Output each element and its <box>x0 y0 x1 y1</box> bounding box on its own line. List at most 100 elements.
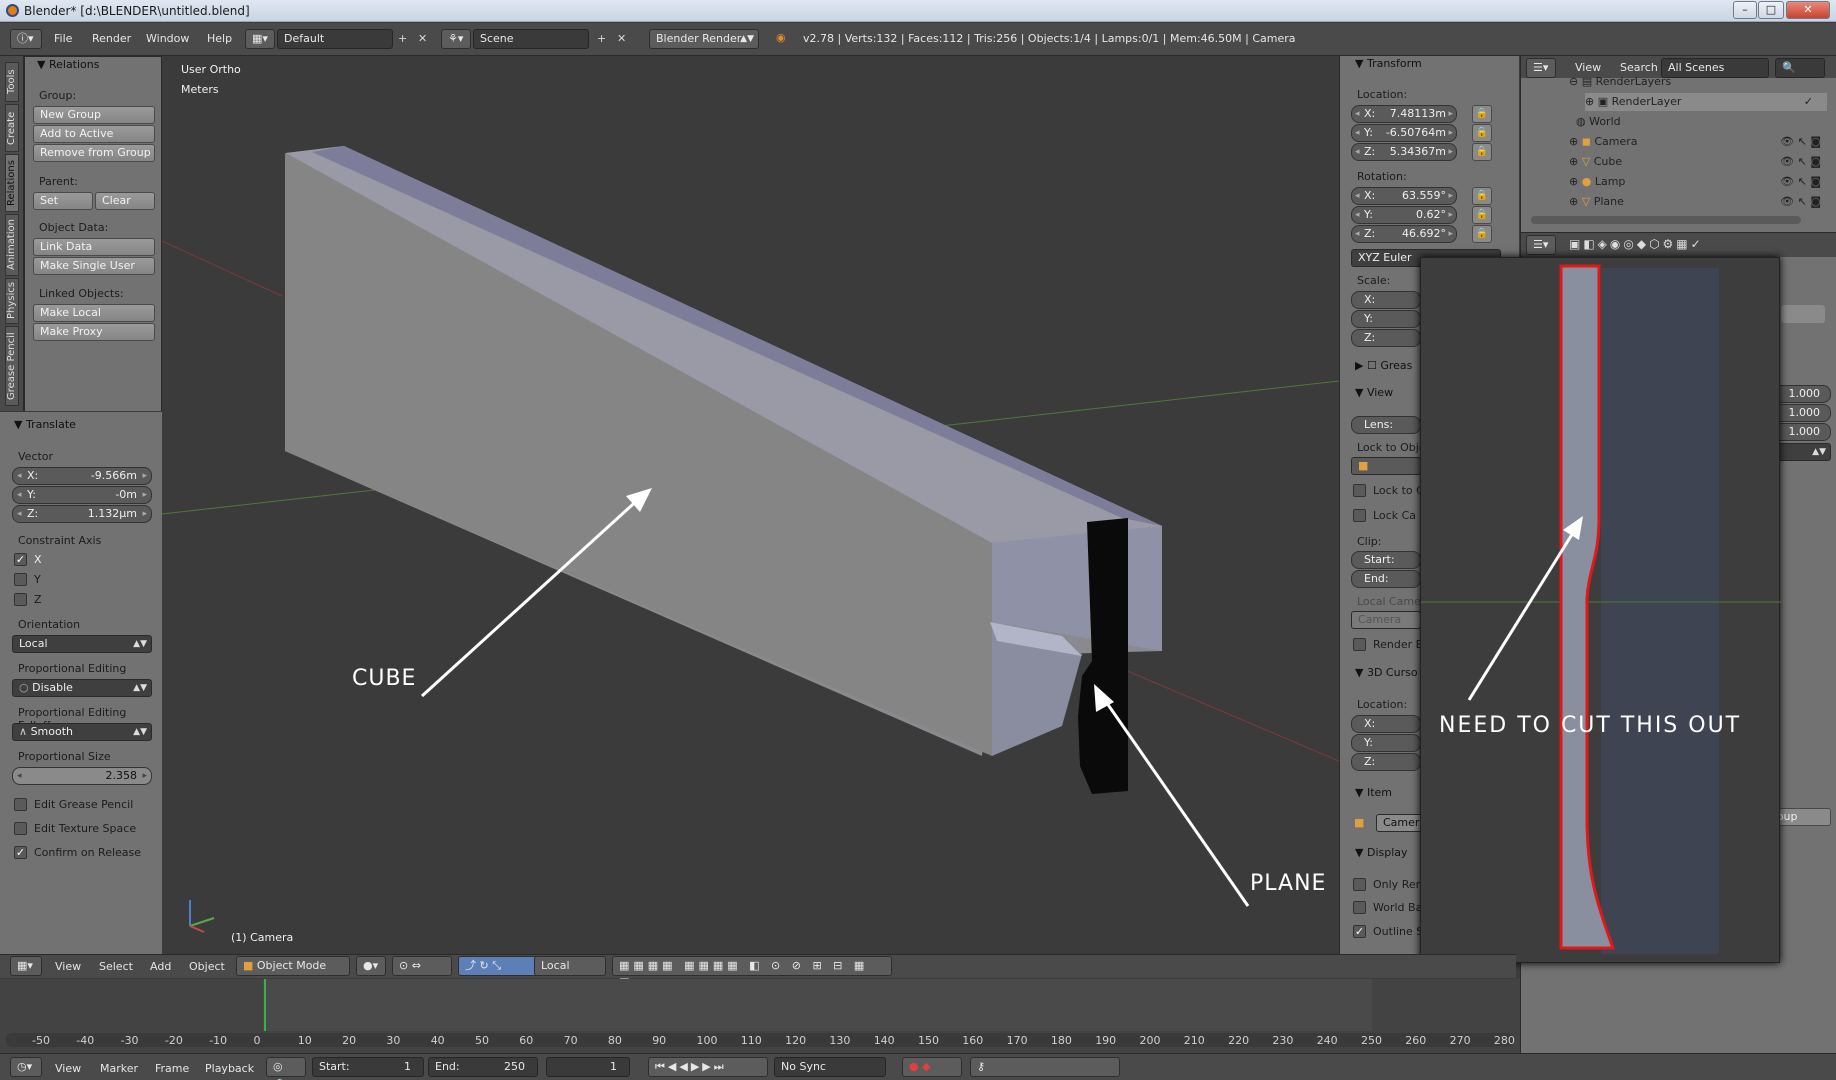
scale-z-field[interactable]: Z: <box>1351 329 1421 347</box>
viewport-menu-object[interactable]: Object <box>189 960 225 973</box>
view-panel-header[interactable]: ▼ View <box>1355 386 1393 399</box>
link-data-button[interactable]: Link Data <box>33 238 155 256</box>
outline-selected-checkbox[interactable]: ✓ <box>1353 925 1366 938</box>
cube-visibility-icons[interactable]: 👁 ↖ ◙ <box>1780 153 1821 171</box>
constraint-x-checkbox[interactable]: ✓ <box>14 553 27 566</box>
scale-y-field[interactable]: Y: <box>1351 310 1421 328</box>
add-scene-icon[interactable]: + <box>597 32 606 45</box>
cursor-panel-header[interactable]: ▼ 3D Curso <box>1355 666 1418 679</box>
playback-controls[interactable]: ⏮◀◀▶▶⏭ <box>648 1057 768 1077</box>
3d-viewport[interactable]: User Ortho Meters (1) Camera CUBE PLANE <box>162 56 1339 954</box>
timeline-menu-view[interactable]: View <box>55 1062 81 1075</box>
rotation-y-field[interactable]: ◂ Y: 0.62° ▸ <box>1351 206 1457 224</box>
render-engine-select[interactable]: Blender Render ▲▼ <box>649 29 759 49</box>
properties-field[interactable] <box>1781 305 1825 323</box>
tab-relations[interactable]: Relations <box>5 154 19 212</box>
add-layout-icon[interactable]: + <box>398 32 407 45</box>
lock-loc-x-icon[interactable]: 🔒 <box>1472 105 1492 123</box>
prop-edit-select[interactable]: ○ Disable ▲▼ <box>12 679 152 697</box>
constraint-y-checkbox[interactable] <box>14 573 27 586</box>
outliner-row-lamp[interactable]: ⊕ ● Lamp 👁 ↖ ◙ <box>1569 173 1827 191</box>
add-to-active-button[interactable]: Add to Active <box>33 125 155 143</box>
screen-layout-icon[interactable]: ▦▾ <box>245 29 275 49</box>
start-frame-field[interactable]: Start: 1 <box>312 1057 424 1077</box>
constraint-z-checkbox[interactable] <box>14 593 27 606</box>
timeline-menu-marker[interactable]: Marker <box>100 1062 138 1075</box>
rotation-x-field[interactable]: ◂ X: 63.559° ▸ <box>1351 187 1457 205</box>
vector-x-field[interactable]: ◂ X: -9.566m ▸ <box>12 467 152 485</box>
lock-object-field[interactable]: ■ <box>1351 457 1421 475</box>
remove-scene-icon[interactable]: ✕ <box>617 32 626 45</box>
remove-from-group-button[interactable]: Remove from Group <box>33 144 155 162</box>
tab-physics[interactable]: Physics <box>5 278 19 324</box>
tab-tools[interactable]: Tools <box>5 62 19 102</box>
viewport-menu-add[interactable]: Add <box>150 960 171 973</box>
scene-field[interactable]: Scene <box>473 29 589 49</box>
render-border-checkbox[interactable] <box>1353 638 1366 651</box>
outliner-scrollbar[interactable] <box>1531 216 1801 224</box>
location-z-field[interactable]: ◂ Z: 5.34367m ▸ <box>1351 143 1457 161</box>
properties-context-icons[interactable]: ▣◧◈◉◎◆⬡⚙▦✓ <box>1569 237 1704 251</box>
viewport-menu-view[interactable]: View <box>55 960 81 973</box>
relations-panel-header[interactable]: ▼ Relations <box>37 58 99 71</box>
cursor-z-field[interactable]: Z: <box>1351 753 1421 771</box>
scene-icon[interactable]: ⚘▾ <box>441 29 471 49</box>
parent-set-button[interactable]: Set <box>33 192 93 210</box>
remove-layout-icon[interactable]: ✕ <box>418 32 427 45</box>
shading-select[interactable]: ●▾ <box>356 956 386 976</box>
rotation-z-field[interactable]: ◂ Z: 46.692° ▸ <box>1351 225 1457 243</box>
lock-rot-z-icon[interactable]: 🔒 <box>1472 225 1492 243</box>
plane-visibility-icons[interactable]: 👁 ↖ ◙ <box>1780 193 1821 211</box>
lock-cursor-checkbox[interactable] <box>1353 484 1366 497</box>
screen-layout-field[interactable]: Default <box>277 29 393 49</box>
outliner-row-renderlayers[interactable]: ⊖ ▤ RenderLayers <box>1569 73 1671 91</box>
timeline-editor-type-icon[interactable]: ◷▾ <box>10 1057 42 1077</box>
outliner-row-cube[interactable]: ⊕ ▽ Cube 👁 ↖ ◙ <box>1569 153 1827 171</box>
lock-loc-z-icon[interactable]: 🔒 <box>1472 143 1492 161</box>
vector-z-field[interactable]: ◂ Z: 1.132µm ▸ <box>12 505 152 523</box>
lock-loc-y-icon[interactable]: 🔒 <box>1472 124 1492 142</box>
lock-rot-y-icon[interactable]: 🔒 <box>1472 206 1492 224</box>
translate-panel-header[interactable]: ▼ Translate <box>14 418 76 431</box>
falloff-select[interactable]: ∧ Smooth ▲▼ <box>12 723 152 741</box>
clip-start-field[interactable]: Start: <box>1351 551 1421 569</box>
end-frame-field[interactable]: End: 250 <box>428 1057 538 1077</box>
timeline[interactable]: -50 -40 -30 -20 -10 0 10 20 30 40 50 60 70 80 90 100 110… <box>0 979 1520 1053</box>
menu-file[interactable]: File <box>54 32 72 45</box>
edit-texture-checkbox[interactable] <box>14 822 27 835</box>
close-button[interactable]: ✕ <box>1786 1 1830 19</box>
outliner-row-camera[interactable]: ⊕ ◼ Camera 👁 ↖ ◙ <box>1569 133 1827 151</box>
transform-panel-header[interactable]: ▼ Transform <box>1355 57 1422 70</box>
scale-x-field[interactable]: X: <box>1351 291 1421 309</box>
tab-animation[interactable]: Animation <box>5 214 19 276</box>
clip-end-field[interactable]: End: <box>1351 570 1421 588</box>
properties-editor-type-icon[interactable]: ☰▾ <box>1526 235 1556 255</box>
camera-visibility-icons[interactable]: 👁 ↖ ◙ <box>1780 133 1821 151</box>
outliner-row-world[interactable]: ◍ World <box>1569 113 1621 131</box>
location-x-field[interactable]: ◂ X: 7.48113m ▸ <box>1351 105 1457 123</box>
make-single-user-button[interactable]: Make Single User <box>33 257 155 275</box>
outliner-row-plane[interactable]: ⊕ ▽ Plane 👁 ↖ ◙ <box>1569 193 1827 211</box>
outliner-editor-type-icon[interactable]: ☰▾ <box>1526 58 1556 78</box>
cursor-y-field[interactable]: Y: <box>1351 734 1421 752</box>
outliner-search-input[interactable]: 🔍 <box>1775 58 1825 78</box>
keying-icons[interactable]: ◎ 🔒 <box>266 1057 306 1080</box>
maximize-button[interactable]: □ <box>1758 1 1784 19</box>
object-mode-select[interactable]: ■ Object Mode <box>236 956 350 976</box>
confirm-release-checkbox[interactable]: ✓ <box>14 846 27 859</box>
only-render-checkbox[interactable] <box>1353 878 1366 891</box>
world-background-checkbox[interactable] <box>1353 901 1366 914</box>
current-frame-field[interactable]: 1 <box>546 1057 630 1077</box>
outliner-scope-select[interactable]: All Scenes <box>1661 58 1769 78</box>
manipulator-icons[interactable]: ⤴ ↻ ⤡ <box>458 956 538 976</box>
menu-window[interactable]: Window <box>146 32 189 45</box>
timeline-menu-frame[interactable]: Frame <box>155 1062 189 1075</box>
timeline-menu-playback[interactable]: Playback <box>205 1062 254 1075</box>
layer-buttons[interactable]: ▦▦▦▦ ▦▦▦▦ ◧ ⊙ ⊘ ⊞ ⊟ ▦ ◙ <box>612 956 892 990</box>
orientation-select[interactable]: Local ▲▼ <box>12 635 152 653</box>
tab-create[interactable]: Create <box>5 104 19 152</box>
info-editor-type-icon[interactable]: ⓘ▾ <box>10 29 42 49</box>
parent-clear-button[interactable]: Clear <box>95 192 155 210</box>
cursor-x-field[interactable]: X: <box>1351 715 1421 733</box>
local-camera-field[interactable]: Camera <box>1351 611 1421 629</box>
